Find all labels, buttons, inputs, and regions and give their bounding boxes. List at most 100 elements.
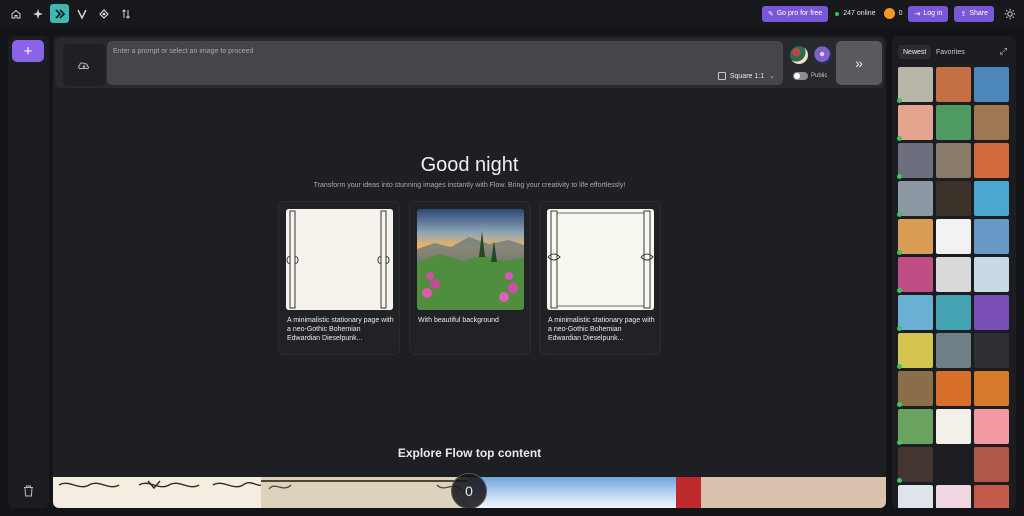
gallery-thumbnail[interactable] <box>897 219 933 255</box>
prompt-panel: Enter a prompt or select an image to pro… <box>55 38 884 88</box>
double-chevron-right-icon: » <box>855 55 863 71</box>
gallery-thumbnail[interactable] <box>974 219 1009 254</box>
gallery-thumbnail[interactable] <box>974 333 1009 368</box>
gallery-thumbnail[interactable] <box>974 143 1009 178</box>
explore-item[interactable] <box>676 477 886 508</box>
gallery-thumbnail[interactable] <box>936 371 971 406</box>
go-pro-button[interactable]: ✎ Go pro for free <box>761 5 829 22</box>
expand-icon[interactable]: ⤢ <box>1000 46 1007 57</box>
status-dot-icon <box>897 212 902 217</box>
gallery-thumbnail[interactable] <box>897 295 933 331</box>
gallery-thumbnail[interactable] <box>974 371 1009 406</box>
upload-image-button[interactable] <box>63 44 105 86</box>
gallery-thumbnail[interactable] <box>898 485 933 508</box>
credit-count: 0 <box>898 10 903 17</box>
flow-icon[interactable] <box>50 4 69 23</box>
gallery-thumbnail[interactable] <box>897 105 933 141</box>
gallery-thumbnail[interactable] <box>897 181 933 217</box>
settings-icon[interactable] <box>1002 6 1018 22</box>
login-label: Log in <box>923 10 943 17</box>
sort-icon[interactable] <box>116 4 135 23</box>
greeting-title: Good night <box>420 154 519 176</box>
public-label: Public <box>811 73 828 79</box>
explore-item[interactable] <box>468 477 676 508</box>
gallery-thumbnail[interactable] <box>936 143 971 178</box>
tab-newest[interactable]: Newest <box>898 45 932 59</box>
prompt-placeholder: Enter a prompt or select an image to pro… <box>113 48 254 55</box>
gallery-thumbnail[interactable] <box>936 447 971 482</box>
status-dot-icon <box>897 364 902 369</box>
suggestion-card[interactable]: With beautiful background <box>409 201 531 355</box>
status-dot-icon <box>897 136 902 141</box>
coin-icon <box>883 8 895 19</box>
status-dot-icon <box>897 478 902 483</box>
status-dot-icon <box>897 98 902 103</box>
gallery-thumbnail[interactable] <box>974 105 1009 140</box>
suggestion-card[interactable]: A minimalistic stationary page with a ne… <box>539 201 661 355</box>
gallery-thumbnail[interactable] <box>936 409 971 444</box>
ratio-checkbox[interactable] <box>717 72 726 80</box>
toggle-switch[interactable] <box>793 72 808 80</box>
card-image-stationery <box>286 209 393 310</box>
card-caption: With beautiful background <box>418 317 499 324</box>
model-avatar-2[interactable] <box>814 46 832 64</box>
main-canvas: Enter a prompt or select an image to pro… <box>53 36 886 508</box>
home-icon[interactable] <box>6 4 25 23</box>
gallery-thumbnail[interactable] <box>974 409 1009 444</box>
aspect-ratio-select[interactable]: Square 1:1 ⌄ <box>717 72 775 80</box>
explore-item[interactable] <box>261 477 468 508</box>
v-icon[interactable] <box>72 4 91 23</box>
public-toggle[interactable]: Public <box>793 72 827 80</box>
share-button[interactable]: ⇪ Share <box>954 5 994 22</box>
go-pro-label: Go pro for free <box>776 10 823 17</box>
suggestion-card[interactable]: A minimalistic stationary page with a ne… <box>278 201 400 355</box>
left-rail: + <box>8 36 49 508</box>
gallery-thumbnail[interactable] <box>897 371 933 407</box>
explore-section-title: Explore Flow top content <box>397 446 542 460</box>
top-bar: ✎ Go pro for free 247 online 0 ⇥ Log in … <box>0 0 1024 27</box>
upload-icon <box>78 62 90 69</box>
gallery-thumbnail[interactable] <box>897 257 933 293</box>
gallery-thumbnail[interactable] <box>897 409 933 445</box>
scroll-indicator[interactable]: 0 <box>451 473 487 508</box>
gallery-thumbnail[interactable] <box>936 181 971 216</box>
gallery-thumbnail[interactable] <box>936 333 971 368</box>
gallery-thumbnail[interactable] <box>897 67 933 103</box>
sparkle-icon[interactable] <box>28 4 47 23</box>
prompt-input[interactable]: Enter a prompt or select an image to pro… <box>107 41 783 85</box>
online-dot-icon <box>835 11 840 16</box>
gallery-thumbnail[interactable] <box>974 485 1009 508</box>
gallery-thumbnail[interactable] <box>936 257 971 292</box>
generate-button[interactable]: » <box>836 41 882 85</box>
trash-icon[interactable] <box>21 484 35 498</box>
tab-favorites[interactable]: Favorites <box>931 45 970 59</box>
gallery-thumbnail[interactable] <box>974 181 1009 216</box>
gallery-thumbnail[interactable] <box>936 67 971 102</box>
gallery-thumbnail[interactable] <box>974 257 1009 292</box>
tools-icon[interactable] <box>94 4 113 23</box>
share-icon: ⇪ <box>960 10 967 18</box>
gallery-thumbnail[interactable] <box>936 219 971 254</box>
login-button[interactable]: ⇥ Log in <box>908 5 949 22</box>
gallery-thumbnail[interactable] <box>974 447 1009 482</box>
gallery-thumbnail[interactable] <box>936 105 971 140</box>
gallery-thumbnail[interactable] <box>936 295 971 330</box>
share-label: Share <box>969 10 988 17</box>
gallery-thumbnail[interactable] <box>974 295 1009 330</box>
gallery-thumbnail[interactable] <box>897 143 933 179</box>
gallery-thumbnail[interactable] <box>897 447 933 483</box>
thumbnail-grid <box>897 67 1010 508</box>
gallery-thumbnail[interactable] <box>974 67 1009 102</box>
go-pro-icon: ✎ <box>767 10 774 18</box>
card-caption: A minimalistic stationary page with a ne… <box>287 317 394 342</box>
status-dot-icon <box>897 402 902 407</box>
gallery-thumbnail[interactable] <box>936 485 971 508</box>
model-avatar-1[interactable] <box>790 46 808 64</box>
online-indicator: 247 online <box>835 10 876 17</box>
scroll-value: 0 <box>465 483 473 499</box>
gallery-thumbnail[interactable] <box>897 333 933 369</box>
new-project-button[interactable]: + <box>12 40 44 62</box>
card-caption: A minimalistic stationary page with a ne… <box>548 317 655 342</box>
card-image-stationery <box>547 209 654 310</box>
explore-item[interactable] <box>53 477 262 508</box>
